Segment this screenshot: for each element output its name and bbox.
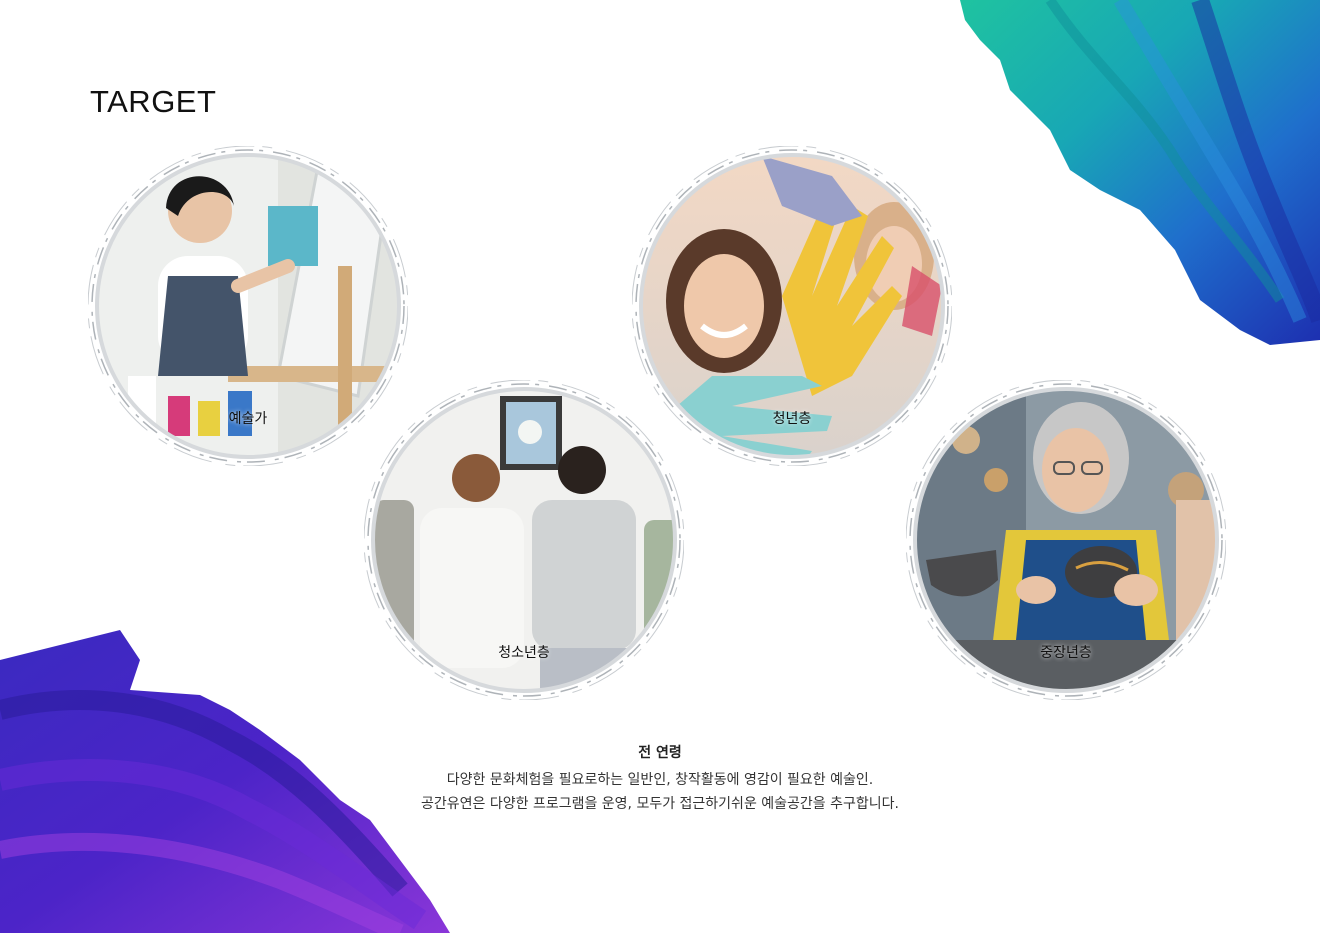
target-label-young-adults: 청년층 — [772, 411, 812, 427]
description-line-1: 다양한 문화체험을 필요로하는 일반인, 창작활동에 영감이 필요한 예술인. — [446, 772, 874, 788]
target-label-youth: 청소년층 — [498, 645, 550, 661]
page-title: TARGET — [90, 84, 217, 119]
target-label-seniors: 중장년층 — [1040, 645, 1092, 661]
paint-brush-stroke-top-right-icon — [960, 0, 1320, 345]
target-description: 전 연령 다양한 문화체험을 필요로하는 일반인, 창작활동에 영감이 필요한 … — [300, 742, 1020, 816]
target-circle-young-adults: 청년층 — [632, 146, 952, 466]
target-circle-seniors: 중장년층 — [906, 380, 1226, 700]
description-line-2: 공간유연은 다양한 프로그램을 운영, 모두가 접근하기쉬운 예술공간을 추구합… — [421, 796, 899, 812]
target-label-artist: 예술가 — [228, 411, 268, 427]
target-page: TARGET 예술가 청소년층 청년층 중장년층 전 연령 다양한 문화체험을 … — [0, 0, 1320, 933]
description-heading: 전 연령 — [638, 745, 682, 761]
target-circle-artist: 예술가 — [88, 146, 408, 466]
